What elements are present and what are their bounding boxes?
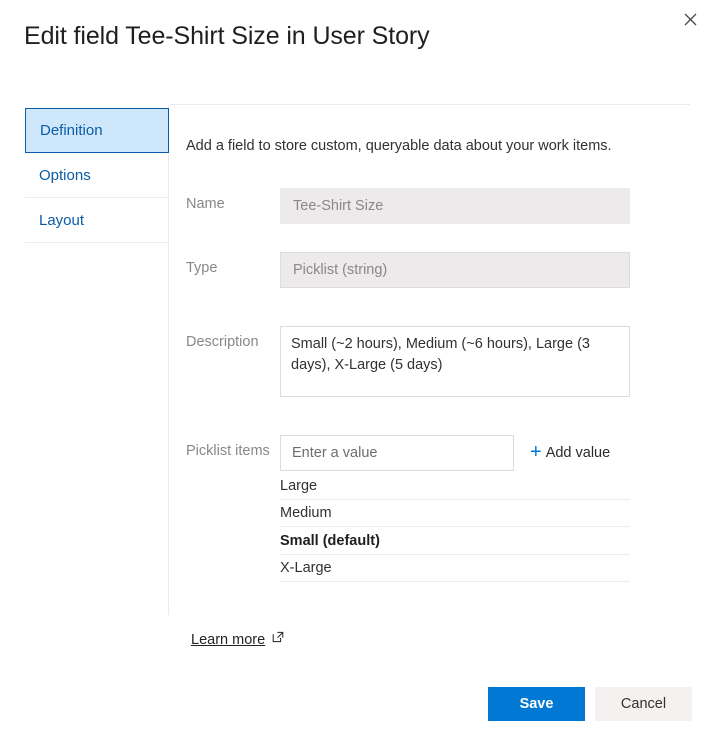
list-item-label: X-Large	[280, 560, 332, 577]
page-title: Edit field Tee-Shirt Size in User Story	[24, 22, 430, 50]
close-icon[interactable]	[677, 6, 703, 32]
type-input[interactable]	[280, 252, 630, 289]
tab-definition-label: Definition	[40, 122, 103, 139]
description-label: Description	[186, 334, 259, 351]
list-item[interactable]: X-Large	[280, 555, 630, 583]
edit-field-dialog: Edit field Tee-Shirt Size in User Story …	[0, 0, 715, 750]
learn-more-label: Learn more	[191, 632, 266, 648]
tab-options-label: Options	[39, 166, 91, 184]
name-label: Name	[186, 196, 225, 213]
type-row: Type	[186, 252, 692, 289]
list-item-default[interactable]: Small (default)	[280, 527, 630, 555]
definition-panel: Add a field to store custom, queryable d…	[186, 105, 692, 583]
picklist-value-input[interactable]	[280, 435, 514, 472]
list-item-label: Large	[280, 477, 318, 494]
tab-layout-label: Layout	[39, 211, 85, 229]
add-value-label: Add value	[545, 445, 611, 462]
list-item[interactable]: Large	[280, 472, 630, 500]
tab-layout[interactable]: Layout	[25, 198, 169, 243]
picklist-row: Picklist items + Add value	[186, 435, 692, 472]
picklist-label: Picklist items	[186, 443, 270, 460]
tab-rail: Definition Options Layout	[25, 108, 169, 243]
add-value-button[interactable]: + Add value	[530, 435, 610, 463]
name-input[interactable]	[280, 188, 630, 225]
save-button[interactable]: Save	[488, 687, 585, 721]
description-textarea[interactable]	[280, 326, 630, 398]
list-item[interactable]: Medium	[280, 500, 630, 528]
cancel-button[interactable]: Cancel	[595, 687, 692, 721]
external-link-icon	[272, 631, 284, 647]
dialog-footer: Save Cancel	[0, 687, 715, 721]
type-label: Type	[186, 260, 218, 277]
tab-options[interactable]: Options	[25, 153, 169, 198]
tab-definition[interactable]: Definition	[25, 108, 169, 153]
plus-icon: +	[530, 441, 542, 464]
description-row: Description	[186, 326, 692, 398]
learn-more-link[interactable]: Learn more	[191, 631, 284, 648]
list-item-label: Medium	[280, 505, 332, 522]
picklist-items: Large Medium Small (default) X-Large	[280, 472, 630, 583]
name-row: Name	[186, 188, 692, 225]
panel-description: Add a field to store custom, queryable d…	[186, 138, 612, 154]
list-item-label: Small (default)	[280, 532, 380, 549]
